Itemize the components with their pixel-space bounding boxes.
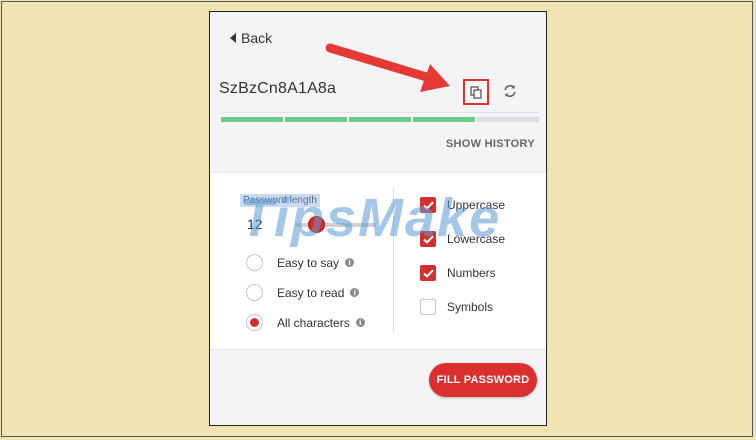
info-icon[interactable]: i — [345, 258, 355, 267]
strength-segment — [349, 117, 411, 122]
regenerate-button[interactable] — [500, 81, 520, 101]
checkmark-icon — [422, 235, 434, 244]
mode-label: All characters — [277, 315, 350, 330]
strength-meter — [221, 117, 539, 122]
password-length-label: Password length — [240, 194, 320, 207]
password-length-value: 12 — [247, 216, 263, 232]
password-generator-panel: Back SzBzCn8A1A8a SHOW HISTORY Password … — [209, 11, 547, 426]
divider — [221, 112, 539, 113]
radio-button-selected[interactable] — [246, 314, 263, 331]
charset-symbols[interactable]: Symbols — [420, 299, 493, 315]
charset-uppercase[interactable]: Uppercase — [420, 197, 505, 213]
radio-button[interactable] — [246, 284, 263, 301]
charset-label: Symbols — [447, 300, 494, 314]
checkbox-checked[interactable] — [420, 231, 436, 247]
checkmark-icon — [422, 269, 434, 278]
refresh-icon — [504, 85, 516, 97]
fill-password-button[interactable]: FILL PASSWORD — [429, 363, 537, 397]
charset-label: Numbers — [447, 266, 496, 280]
copy-password-button[interactable] — [463, 79, 489, 105]
show-history-link[interactable]: SHOW HISTORY — [446, 138, 535, 150]
checkmark-icon — [422, 201, 434, 210]
back-caret-icon — [230, 33, 236, 43]
mode-label: Easy to read — [277, 285, 345, 300]
charset-numbers[interactable]: Numbers — [420, 265, 496, 281]
column-divider — [393, 187, 394, 333]
info-icon[interactable]: i — [355, 318, 365, 327]
strength-segment — [477, 117, 539, 122]
checkbox-checked[interactable] — [420, 265, 436, 281]
mode-all-characters[interactable]: All characters i — [246, 314, 365, 331]
strength-segment — [413, 117, 475, 122]
length-slider-thumb[interactable] — [308, 216, 325, 233]
charset-label: Lowercase — [447, 232, 506, 246]
generated-password: SzBzCn8A1A8a — [219, 80, 337, 97]
mode-easy-to-say[interactable]: Easy to say i — [246, 254, 355, 271]
options-section: Password length 12 Easy to say i Easy to… — [210, 172, 546, 350]
back-button[interactable]: Back — [210, 12, 546, 64]
copy-icon — [470, 85, 482, 99]
radio-dot — [250, 318, 259, 327]
charset-label: Uppercase — [447, 198, 506, 212]
info-icon[interactable]: i — [350, 288, 360, 297]
checkbox-checked[interactable] — [420, 197, 436, 213]
mode-easy-to-read[interactable]: Easy to read i — [246, 284, 360, 301]
mode-label: Easy to say — [277, 255, 340, 270]
radio-button[interactable] — [246, 254, 263, 271]
back-label: Back — [241, 30, 273, 46]
strength-segment — [285, 117, 347, 122]
strength-segment — [221, 117, 283, 122]
charset-lowercase[interactable]: Lowercase — [420, 231, 505, 247]
checkbox-unchecked[interactable] — [420, 299, 436, 315]
